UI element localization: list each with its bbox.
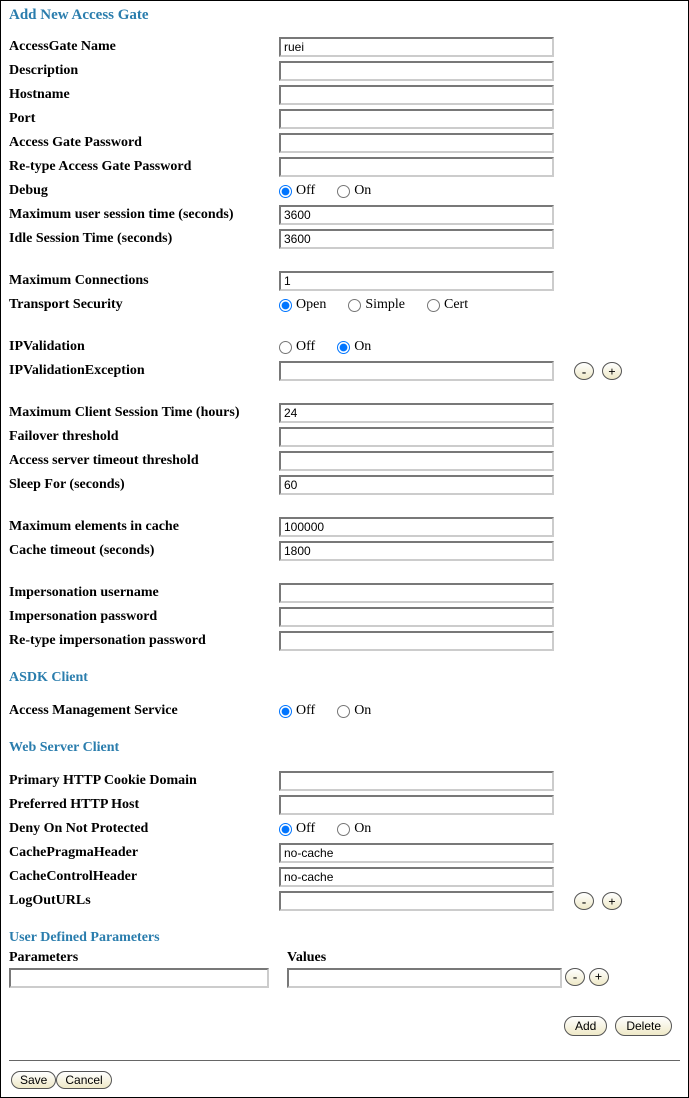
label-name: AccessGate Name bbox=[9, 39, 279, 55]
ipvalidation-exception-input[interactable] bbox=[279, 361, 554, 381]
failover-threshold-input[interactable] bbox=[279, 427, 554, 447]
deny-off-radio[interactable] bbox=[279, 823, 292, 836]
page-title: Add New Access Gate bbox=[9, 7, 680, 24]
label-port: Port bbox=[9, 111, 279, 127]
label-cpragma: CachePragmaHeader bbox=[9, 845, 279, 861]
label-logout: LogOutURLs bbox=[9, 893, 279, 909]
separator bbox=[9, 1060, 680, 1061]
param-value-input[interactable] bbox=[287, 968, 562, 988]
param-remove-button[interactable]: - bbox=[565, 968, 585, 986]
delete-button[interactable]: Delete bbox=[615, 1016, 672, 1036]
label-impuser: Impersonation username bbox=[9, 585, 279, 601]
label-agpw: Access Gate Password bbox=[9, 135, 279, 151]
param-name-input[interactable] bbox=[9, 968, 269, 988]
label-description: Description bbox=[9, 63, 279, 79]
logout-add-button[interactable]: + bbox=[602, 892, 622, 910]
cancel-button[interactable]: Cancel bbox=[56, 1071, 111, 1089]
cache-pragma-header-input[interactable] bbox=[279, 843, 554, 863]
label-maxcache: Maximum elements in cache bbox=[9, 519, 279, 535]
cache-control-header-input[interactable] bbox=[279, 867, 554, 887]
ams-on-radio[interactable] bbox=[337, 705, 350, 718]
idle-session-input[interactable] bbox=[279, 229, 554, 249]
label-deny: Deny On Not Protected bbox=[9, 821, 279, 837]
label-maxusersess: Maximum user session time (seconds) bbox=[9, 207, 279, 223]
ams-radio-group: Off On bbox=[279, 703, 554, 719]
label-imppw: Impersonation password bbox=[9, 609, 279, 625]
max-connections-input[interactable] bbox=[279, 271, 554, 291]
label-maxcli: Maximum Client Session Time (hours) bbox=[9, 405, 279, 421]
max-client-session-input[interactable] bbox=[279, 403, 554, 423]
label-ams: Access Management Service bbox=[9, 703, 279, 719]
label-hostname: Hostname bbox=[9, 87, 279, 103]
label-sleep: Sleep For (seconds) bbox=[9, 477, 279, 493]
label-values: Values bbox=[287, 950, 565, 966]
ipvalidation-radio-group: Off On bbox=[279, 339, 554, 355]
name-input[interactable] bbox=[279, 37, 554, 57]
max-cache-elements-input[interactable] bbox=[279, 517, 554, 537]
form-panel: Add New Access Gate AccessGate Name Desc… bbox=[0, 0, 689, 1098]
access-server-timeout-input[interactable] bbox=[279, 451, 554, 471]
cookie-domain-input[interactable] bbox=[279, 771, 554, 791]
label-failover: Failover threshold bbox=[9, 429, 279, 445]
cache-timeout-input[interactable] bbox=[279, 541, 554, 561]
param-add-button[interactable]: + bbox=[589, 968, 609, 986]
label-cookie: Primary HTTP Cookie Domain bbox=[9, 773, 279, 789]
label-tsec: Transport Security bbox=[9, 297, 279, 313]
label-debug: Debug bbox=[9, 183, 279, 199]
impersonation-username-input[interactable] bbox=[279, 583, 554, 603]
preferred-http-host-input[interactable] bbox=[279, 795, 554, 815]
section-udp: User Defined Parameters bbox=[9, 930, 680, 946]
transport-security-radio-group: Open Simple Cert bbox=[279, 297, 554, 313]
logout-remove-button[interactable]: - bbox=[574, 892, 594, 910]
debug-off-radio[interactable] bbox=[279, 185, 292, 198]
label-idlesess: Idle Session Time (seconds) bbox=[9, 231, 279, 247]
label-cctrl: CacheControlHeader bbox=[9, 869, 279, 885]
sleep-for-input[interactable] bbox=[279, 475, 554, 495]
tsec-simple-radio[interactable] bbox=[348, 299, 361, 312]
label-cachetimeout: Cache timeout (seconds) bbox=[9, 543, 279, 559]
retype-access-gate-password-input[interactable] bbox=[279, 157, 554, 177]
impersonation-password-input[interactable] bbox=[279, 607, 554, 627]
port-input[interactable] bbox=[279, 109, 554, 129]
tsec-open-radio[interactable] bbox=[279, 299, 292, 312]
max-user-session-input[interactable] bbox=[279, 205, 554, 225]
deny-on-radio[interactable] bbox=[337, 823, 350, 836]
debug-radio-group: Off On bbox=[279, 183, 554, 199]
deny-radio-group: Off On bbox=[279, 821, 554, 837]
access-gate-password-input[interactable] bbox=[279, 133, 554, 153]
ipval-add-button[interactable]: + bbox=[602, 362, 622, 380]
tsec-cert-radio[interactable] bbox=[427, 299, 440, 312]
label-ipval: IPValidation bbox=[9, 339, 279, 355]
label-reimppw: Re-type impersonation password bbox=[9, 633, 279, 649]
label-prefhost: Preferred HTTP Host bbox=[9, 797, 279, 813]
ipval-on-radio[interactable] bbox=[337, 341, 350, 354]
ipval-remove-button[interactable]: - bbox=[574, 362, 594, 380]
description-input[interactable] bbox=[279, 61, 554, 81]
label-reagpw: Re-type Access Gate Password bbox=[9, 159, 279, 175]
hostname-input[interactable] bbox=[279, 85, 554, 105]
logout-urls-input[interactable] bbox=[279, 891, 554, 911]
label-ipvalex: IPValidationException bbox=[9, 363, 279, 379]
label-astimeout: Access server timeout threshold bbox=[9, 453, 279, 469]
label-params: Parameters bbox=[9, 950, 287, 966]
debug-on-radio[interactable] bbox=[337, 185, 350, 198]
section-asdk: ASDK Client bbox=[9, 670, 680, 686]
retype-impersonation-password-input[interactable] bbox=[279, 631, 554, 651]
section-web: Web Server Client bbox=[9, 740, 680, 756]
label-maxconn: Maximum Connections bbox=[9, 273, 279, 289]
add-button[interactable]: Add bbox=[564, 1016, 607, 1036]
ams-off-radio[interactable] bbox=[279, 705, 292, 718]
save-button[interactable]: Save bbox=[11, 1071, 56, 1089]
ipval-off-radio[interactable] bbox=[279, 341, 292, 354]
